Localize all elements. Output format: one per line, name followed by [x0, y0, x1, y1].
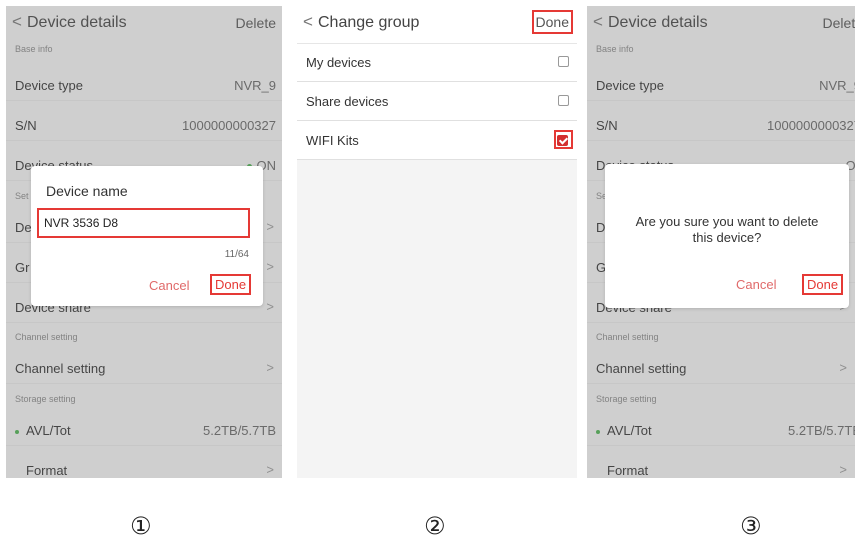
page-title: Change group — [318, 14, 420, 31]
back-icon[interactable]: < — [303, 12, 313, 32]
checkbox-checked-icon[interactable] — [557, 135, 568, 146]
group-item-wifi-kits[interactable]: WIFI Kits — [297, 121, 577, 160]
group-item-my-devices[interactable]: My devices — [297, 43, 577, 82]
device-name-dialog: Device name NVR 3536 D8 11/64 Cancel Don… — [31, 166, 263, 306]
dialog-message: Are you sure you want to delete this dev… — [635, 214, 819, 245]
device-name-input-value: NVR 3536 D8 — [44, 216, 119, 230]
done-button[interactable]: Done — [210, 274, 252, 295]
done-button[interactable]: Done — [531, 10, 573, 34]
checkbox-unchecked-icon[interactable] — [558, 95, 569, 106]
step-marker-1: ① — [130, 512, 152, 540]
checkbox-unchecked-icon[interactable] — [558, 56, 569, 67]
char-counter: 11/64 — [224, 249, 249, 260]
cancel-button[interactable]: Cancel — [736, 277, 776, 292]
device-name-input[interactable]: NVR 3536 D8 — [37, 208, 250, 238]
device-details-screen-rename: < Device details Delete Base info Device… — [6, 6, 282, 478]
device-details-screen-delete: < Device details Delete Base info Device… — [587, 6, 855, 478]
group-label: Share devices — [306, 94, 389, 109]
change-group-screen: < Change group Done My devices Share dev… — [297, 6, 577, 478]
checkbox-highlight — [554, 130, 573, 149]
dialog-title: Device name — [46, 183, 128, 199]
cancel-button[interactable]: Cancel — [149, 278, 189, 293]
group-label: WIFI Kits — [306, 133, 359, 148]
delete-confirm-dialog: Are you sure you want to delete this dev… — [605, 164, 849, 308]
group-label: My devices — [306, 55, 372, 70]
header: < Change group Done — [297, 6, 577, 40]
empty-area — [297, 160, 577, 478]
done-button[interactable]: Done — [802, 274, 844, 295]
step-marker-2: ② — [424, 512, 446, 540]
group-item-share-devices[interactable]: Share devices — [297, 82, 577, 121]
step-marker-3: ③ — [740, 512, 762, 540]
